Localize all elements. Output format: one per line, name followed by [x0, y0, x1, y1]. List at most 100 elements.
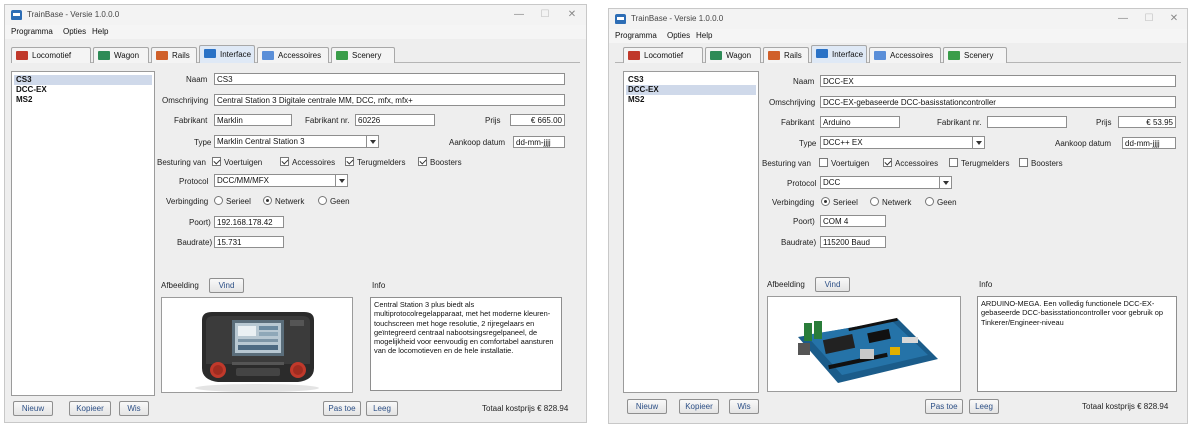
accessoires-checkbox[interactable] [280, 157, 289, 166]
nieuw-button[interactable]: Nieuw [13, 401, 53, 416]
list-item-cs3[interactable]: CS3 [626, 75, 646, 85]
maximize-icon[interactable]: ☐ [537, 8, 553, 22]
close-icon[interactable]: ✕ [564, 8, 580, 22]
tab-rails[interactable]: Rails [151, 47, 197, 63]
terugmelders-checkbox[interactable] [949, 158, 958, 167]
accessoires-label: Accessoires [292, 158, 336, 167]
netwerk-radio[interactable] [870, 197, 879, 206]
baudrate-label: Baudrate) [177, 238, 213, 247]
serieel-radio[interactable] [214, 196, 223, 205]
info-textarea[interactable]: Central Station 3 plus biedt als multipr… [370, 297, 562, 391]
tab-wagon[interactable]: Wagon [93, 47, 149, 63]
fabrikant-nr-label: Fabrikant nr. [305, 116, 350, 125]
title-bar[interactable]: TrainBase - Versie 1.0.0.0 — ☐ ✕ [5, 5, 586, 25]
leeg-button[interactable]: Leeg [969, 399, 999, 414]
trainbase-app-icon [11, 10, 22, 20]
type-combobox[interactable]: Marklin Central Station 3 [214, 135, 379, 148]
tab-rails[interactable]: Rails [763, 47, 809, 63]
boosters-checkbox[interactable] [418, 157, 427, 166]
protocol-combobox[interactable]: DCC [820, 176, 952, 189]
maximize-icon[interactable]: ☐ [1141, 12, 1157, 26]
wis-button[interactable]: Wis [729, 399, 759, 414]
list-item-ms2[interactable]: MS2 [626, 95, 646, 105]
tab-locomotief[interactable]: Locomotief [623, 47, 703, 63]
fabrikant-label: Fabrikant [174, 116, 208, 125]
poort-field[interactable]: 192.168.178.42 [214, 216, 284, 228]
aankoop-datum-field[interactable]: dd-mm-jjjj [513, 136, 565, 148]
title-bar[interactable]: TrainBase - Versie 1.0.0.0 — ☐ ✕ [609, 9, 1187, 29]
list-item-ms2[interactable]: MS2 [14, 95, 34, 105]
list-item-dcc-ex[interactable]: DCC-EX [626, 85, 756, 95]
protocol-combobox[interactable]: DCC/MM/MFX [214, 174, 348, 187]
pas-toe-button[interactable]: Pas toe [925, 399, 963, 414]
interface-list[interactable]: CS3 DCC-EX MS2 [623, 71, 759, 393]
serieel-radio[interactable] [821, 197, 830, 206]
baudrate-field[interactable]: 115200 Baud [820, 236, 886, 248]
aankoop-datum-field[interactable]: dd-mm-jjjj [1122, 137, 1176, 149]
fabrikant-label: Fabrikant [781, 118, 815, 127]
tab-wagon[interactable]: Wagon [705, 47, 761, 63]
naam-label: Naam [793, 77, 815, 86]
kopieer-button[interactable]: Kopieer [679, 399, 719, 414]
tab-scenery[interactable]: Scenery [943, 47, 1007, 63]
accessoires-icon [874, 51, 886, 60]
interface-list[interactable]: CS3 DCC-EX MS2 [11, 71, 155, 396]
accessoires-icon [262, 51, 274, 60]
leeg-button[interactable]: Leeg [366, 401, 398, 416]
menu-help[interactable]: Help [696, 31, 712, 40]
chevron-down-icon[interactable] [972, 137, 984, 148]
fabrikant-field[interactable]: Marklin [214, 114, 292, 126]
voertuigen-checkbox[interactable] [819, 158, 828, 167]
naam-field[interactable]: DCC-EX [820, 75, 1176, 87]
type-combobox[interactable]: DCC++ EX [820, 136, 985, 149]
fabrikant-nr-field[interactable]: 60226 [355, 114, 435, 126]
voertuigen-checkbox[interactable] [212, 157, 221, 166]
menu-opties[interactable]: Opties [667, 31, 690, 40]
minimize-icon[interactable]: — [511, 8, 527, 22]
naam-field[interactable]: CS3 [214, 73, 565, 85]
nieuw-button[interactable]: Nieuw [627, 399, 667, 414]
tab-bar: Locomotief Wagon Rails Interface Accesso… [615, 45, 1181, 63]
menu-programma[interactable]: Programma [615, 31, 657, 40]
chevron-down-icon[interactable] [335, 175, 347, 186]
tab-accessoires[interactable]: Accessoires [257, 47, 329, 63]
menu-programma[interactable]: Programma [11, 27, 53, 36]
minimize-icon[interactable]: — [1115, 12, 1131, 26]
list-item-dcc-ex[interactable]: DCC-EX [14, 85, 49, 95]
terugmelders-checkbox[interactable] [345, 157, 354, 166]
prijs-field[interactable]: € 665.00 [510, 114, 565, 126]
vind-button[interactable]: Vind [815, 277, 850, 292]
tab-locomotief[interactable]: Locomotief [11, 47, 91, 63]
baudrate-field[interactable]: 15.731 [214, 236, 284, 248]
list-item-cs3[interactable]: CS3 [14, 75, 152, 85]
menu-opties[interactable]: Opties [63, 27, 86, 36]
geen-radio[interactable] [318, 196, 327, 205]
info-textarea[interactable]: ARDUINO-MEGA. Een volledig functionele D… [977, 296, 1177, 392]
fabrikant-nr-field[interactable] [987, 116, 1067, 128]
boosters-checkbox[interactable] [1019, 158, 1028, 167]
tab-interface[interactable]: Interface [811, 45, 867, 63]
fabrikant-field[interactable]: Arduino [820, 116, 900, 128]
prijs-field[interactable]: € 53.95 [1118, 116, 1176, 128]
central-station-3-photo [161, 297, 353, 393]
serieel-label: Serieel [226, 197, 251, 206]
tab-accessoires[interactable]: Accessoires [869, 47, 941, 63]
serieel-label: Serieel [833, 198, 858, 207]
kopieer-button[interactable]: Kopieer [69, 401, 111, 416]
poort-field[interactable]: COM 4 [820, 215, 886, 227]
chevron-down-icon[interactable] [366, 136, 378, 147]
menu-help[interactable]: Help [92, 27, 108, 36]
wis-button[interactable]: Wis [119, 401, 149, 416]
omschrijving-field[interactable]: Central Station 3 Digitale centrale MM, … [214, 94, 565, 106]
tab-interface[interactable]: Interface [199, 45, 255, 63]
omschrijving-field[interactable]: DCC-EX-gebaseerde DCC-basisstationcontro… [820, 96, 1176, 108]
pas-toe-button[interactable]: Pas toe [323, 401, 361, 416]
netwerk-radio[interactable] [263, 196, 272, 205]
chevron-down-icon[interactable] [939, 177, 951, 188]
boosters-label: Boosters [430, 158, 462, 167]
geen-radio[interactable] [925, 197, 934, 206]
close-icon[interactable]: ✕ [1166, 12, 1182, 26]
accessoires-checkbox[interactable] [883, 158, 892, 167]
vind-button[interactable]: Vind [209, 278, 244, 293]
tab-scenery[interactable]: Scenery [331, 47, 395, 63]
